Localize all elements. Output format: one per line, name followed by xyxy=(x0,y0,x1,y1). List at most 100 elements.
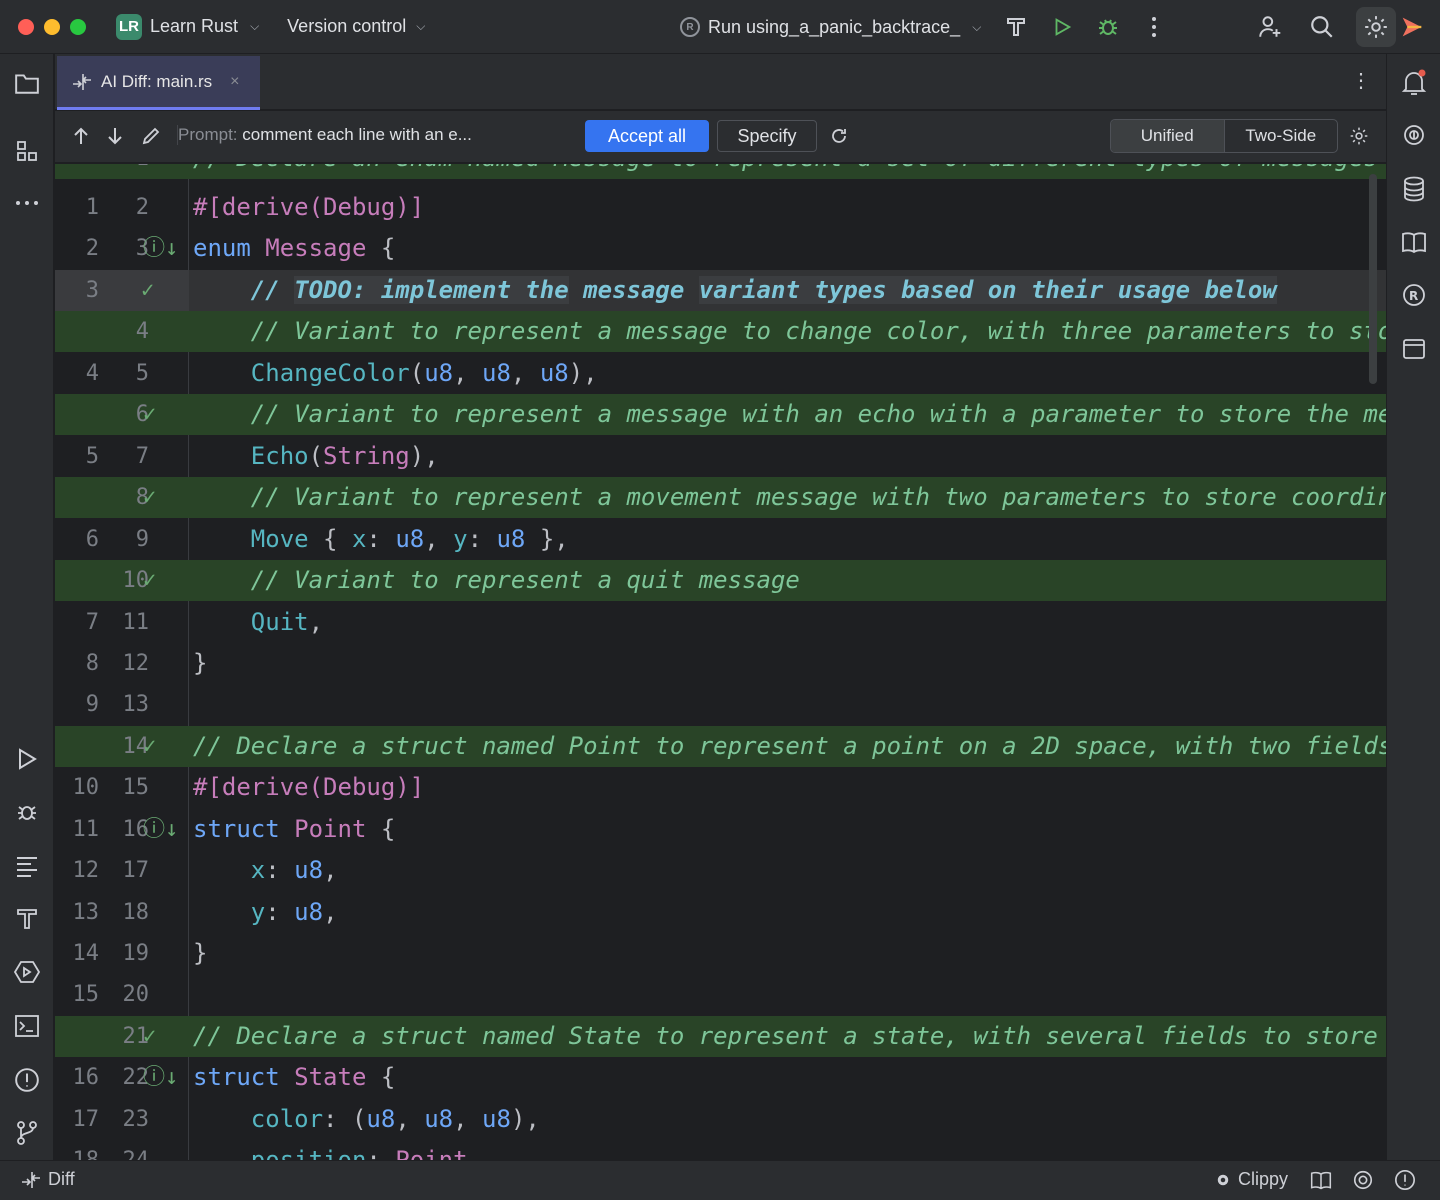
folder-icon[interactable] xyxy=(12,68,42,98)
search-icon[interactable] xyxy=(1308,13,1336,41)
code-text: Move { x: u8, y: u8 }, xyxy=(250,525,569,553)
minimize-window-button[interactable] xyxy=(44,18,60,35)
database-icon[interactable] xyxy=(1399,174,1429,204)
line-gutter: 2 3 ⓘ↓ xyxy=(55,228,189,269)
ai-status-icon[interactable] xyxy=(1352,1169,1374,1191)
chevron-down-icon: ⌵ xyxy=(972,19,982,34)
status-diff[interactable]: Diff xyxy=(20,1169,75,1190)
line-gutter: 1✓ xyxy=(55,164,189,179)
implementations-icon[interactable]: ⓘ↓ xyxy=(143,228,178,269)
todo-list-icon[interactable] xyxy=(12,851,42,881)
prompt-display[interactable]: Prompt: comment each line with an e... xyxy=(177,125,472,145)
checkmark-icon[interactable]: ✓ xyxy=(143,477,156,518)
line-gutter: 9 13 xyxy=(85,692,149,717)
code-line-added: 4 // Variant to represent a message to c… xyxy=(55,311,1386,352)
code-text: struct State { xyxy=(193,1063,396,1091)
tab-options-icon[interactable]: ⋮ xyxy=(1351,68,1371,93)
vcs-selector[interactable]: Version control ⌵ xyxy=(287,16,425,37)
rust-registry-icon[interactable]: R xyxy=(1399,280,1429,310)
more-horizontal-icon[interactable] xyxy=(12,188,42,218)
prompt-label: Prompt: xyxy=(178,125,238,144)
add-user-icon[interactable] xyxy=(1256,13,1284,41)
code-text: // Declare a struct named State to repre… xyxy=(193,1022,1378,1050)
accept-all-button[interactable]: Accept all xyxy=(585,120,709,152)
learn-book-icon[interactable] xyxy=(1310,1169,1332,1191)
tab-ai-diff-main-rs[interactable]: AI Diff: main.rs × xyxy=(57,56,260,110)
checkmark-icon[interactable]: ✓ xyxy=(143,560,156,601)
services-icon[interactable] xyxy=(12,957,42,987)
code-line: 13 18 y: u8, xyxy=(55,892,1386,933)
preview-window-icon[interactable] xyxy=(1399,334,1429,364)
problems-icon[interactable] xyxy=(12,1065,42,1095)
run-panel-icon[interactable] xyxy=(12,744,42,774)
checkmark-icon[interactable]: ✓ xyxy=(141,270,154,311)
close-tab-icon[interactable]: × xyxy=(230,73,239,91)
diff-editor[interactable]: 1✓ // Declare an enum named Message to r… xyxy=(55,164,1386,1160)
diff-settings-icon[interactable] xyxy=(1347,124,1371,148)
code-text: x: u8, xyxy=(250,856,338,884)
right-tool-strip: R xyxy=(1386,54,1440,1160)
diff-label: Diff xyxy=(48,1169,75,1189)
rust-icon: R xyxy=(680,17,700,37)
chevron-down-icon: ⌵ xyxy=(250,19,260,33)
build-icon[interactable] xyxy=(1002,13,1030,41)
code-text: struct Point { xyxy=(193,815,396,843)
more-vertical-icon[interactable] xyxy=(1140,13,1168,41)
code-text: enum Message { xyxy=(193,234,396,262)
debug-icon[interactable] xyxy=(1094,13,1122,41)
debug-panel-icon[interactable] xyxy=(12,797,42,827)
implementations-icon[interactable]: ⓘ↓ xyxy=(143,1057,178,1098)
unified-view-button[interactable]: Unified xyxy=(1111,120,1225,152)
maximize-window-button[interactable] xyxy=(70,18,86,35)
ai-assistant-icon[interactable] xyxy=(1398,13,1426,41)
implementations-icon[interactable]: ⓘ↓ xyxy=(143,809,178,850)
git-branch-icon[interactable] xyxy=(12,1118,42,1148)
build-panel-icon[interactable] xyxy=(12,904,42,934)
specify-button[interactable]: Specify xyxy=(717,120,817,152)
code-line: 1✓ // Declare an enum named Message to r… xyxy=(55,164,1386,179)
terminal-icon[interactable] xyxy=(12,1011,42,1041)
project-selector[interactable]: LR Learn Rust ⌵ xyxy=(116,13,260,40)
line-gutter: 69 xyxy=(85,527,149,552)
diff-icon xyxy=(20,1170,42,1190)
svg-text:R: R xyxy=(1409,289,1418,303)
checkmark-icon[interactable]: ✓ xyxy=(143,726,156,767)
run-config-selector[interactable]: R Run using_a_panic_backtrace_ ⌵ xyxy=(680,0,981,54)
status-clippy[interactable]: Clippy xyxy=(1214,1169,1288,1190)
code-line: 9 13 xyxy=(55,684,1386,725)
close-window-button[interactable] xyxy=(18,18,34,35)
line-gutter: 6 ✓ xyxy=(55,394,189,435)
clippy-label: Clippy xyxy=(1238,1169,1289,1189)
tab-label: AI Diff: main.rs xyxy=(101,71,213,91)
code-line-added: 8 ✓ // Variant to represent a movement me… xyxy=(55,477,1386,518)
line-gutter: 17 23 xyxy=(72,1107,150,1132)
code-line: 14 19 } xyxy=(55,933,1386,974)
code-line: 2 3 ⓘ↓ enum Message { xyxy=(55,228,1386,269)
line-gutter: 1824 xyxy=(55,1140,189,1160)
checkmark-icon[interactable]: ✓ xyxy=(143,1016,156,1057)
code-line: 45 ChangeColor(u8, u8, u8), xyxy=(55,353,1386,394)
settings-gear-icon[interactable] xyxy=(1356,7,1396,47)
next-change-icon[interactable] xyxy=(103,124,127,148)
code-line-added: 14 ✓ // Declare a struct named Point to r… xyxy=(55,726,1386,767)
previous-change-icon[interactable] xyxy=(69,124,93,148)
code-text: // Declare an enum named Message to repr… xyxy=(193,164,1378,179)
code-line: 12 #[derive(Debug)] xyxy=(55,187,1386,228)
learn-book-icon[interactable] xyxy=(1399,227,1429,257)
line-gutter: 11 16 ⓘ↓ xyxy=(55,809,189,850)
run-icon[interactable] xyxy=(1048,13,1076,41)
line-gutter: 8 12 xyxy=(85,651,149,676)
code-text: #[derive(Debug)] xyxy=(193,773,425,801)
code-text: #[derive(Debug)] xyxy=(193,193,425,221)
two-side-view-button[interactable]: Two-Side xyxy=(1225,120,1338,152)
ai-chat-icon[interactable] xyxy=(1399,120,1429,150)
edit-pencil-icon[interactable] xyxy=(139,124,163,148)
structure-icon[interactable] xyxy=(12,136,42,166)
code-text: // TODO: implement the message variant t… xyxy=(193,276,1277,304)
code-line: 57 Echo(String), xyxy=(55,436,1386,477)
vertical-scrollbar[interactable] xyxy=(1369,174,1377,384)
notifications-icon[interactable] xyxy=(1399,68,1429,98)
checkmark-icon[interactable]: ✓ xyxy=(143,394,156,435)
regenerate-icon[interactable] xyxy=(827,124,851,148)
problems-status-icon[interactable] xyxy=(1394,1169,1416,1191)
